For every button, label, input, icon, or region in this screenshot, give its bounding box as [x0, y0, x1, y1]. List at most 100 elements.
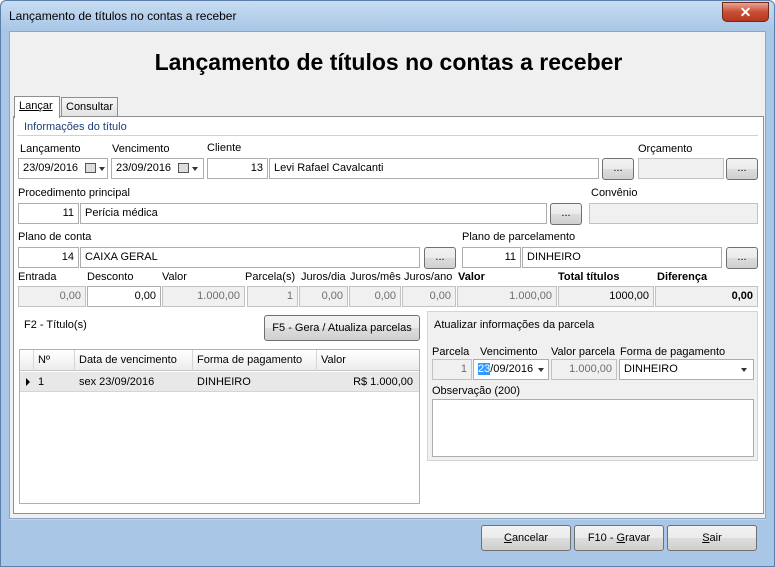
tab-consultar[interactable]: Consultar: [61, 97, 118, 117]
parcelas-label: Parcela(s): [245, 271, 296, 283]
valor-input: 1.000,00: [162, 286, 245, 307]
column-header-valor[interactable]: Valor: [317, 350, 419, 371]
chevron-down-icon: [741, 368, 747, 372]
diferenca-label: Diferença: [657, 271, 708, 283]
vencimento-date-picker[interactable]: 23/09/2016: [111, 158, 204, 179]
diferenca-input: 0,00: [655, 286, 758, 307]
plano-conta-lookup-button[interactable]: ...: [424, 247, 456, 269]
parcela-vencimento-picker[interactable]: 23/09/2016: [473, 359, 549, 380]
vencimento-label: Vencimento: [112, 143, 170, 155]
tab-consultar-label: Consultar: [66, 101, 114, 113]
forma-pagamento-label: Forma de pagamento: [620, 346, 726, 358]
cancel-label-hotkey: C: [503, 532, 512, 544]
plano-conta-name-input[interactable]: CAIXA GERAL: [80, 247, 420, 268]
row-indicator-icon: [26, 378, 30, 386]
tab-lancar[interactable]: Lançar: [14, 96, 60, 118]
exit-label-hotkey: S: [702, 532, 710, 544]
grid-indicator-column: [20, 350, 34, 371]
column-header-vencimento[interactable]: Data de vencimento: [75, 350, 193, 371]
cell-vencimento: sex 23/09/2016: [79, 376, 155, 388]
footer-divider: [9, 519, 766, 520]
tab-lancar-label: Lançar: [19, 100, 53, 112]
plano-parcelamento-name-input[interactable]: DINHEIRO: [522, 247, 722, 268]
juros-mes-input: 0,00: [349, 286, 401, 307]
save-label-pre: F10 -: [587, 532, 617, 544]
parcela-vencimento-label: Vencimento: [480, 346, 538, 358]
cancel-label-post: ancelar: [511, 532, 549, 544]
valor-label: Valor: [162, 271, 187, 283]
juros-dia-input: 0,00: [299, 286, 348, 307]
juros-dia-label: Juros/dia: [301, 271, 346, 283]
info-group-divider: [17, 135, 758, 136]
convenio-label: Convênio: [591, 187, 638, 199]
orcamento-label: Orçamento: [638, 143, 693, 155]
valor-parcela-input: 1.000,00: [551, 359, 617, 380]
window-title: Lançamento de títulos no contas a recebe…: [9, 9, 237, 23]
plano-conta-code-input[interactable]: 14: [18, 247, 79, 268]
cliente-code-input[interactable]: 13: [207, 158, 268, 179]
title-bar[interactable]: Lançamento de títulos no contas a recebe…: [1, 1, 774, 31]
titulos-caption: F2 - Título(s): [24, 319, 87, 331]
lancamento-date-value: 23/09/2016: [23, 162, 79, 174]
vencimento-date-value: 23/09/2016: [116, 162, 172, 174]
entrada-input: 0,00: [18, 286, 86, 307]
chevron-down-icon[interactable]: [538, 368, 544, 372]
plano-parcelamento-lookup-button[interactable]: ...: [726, 247, 758, 269]
table-row[interactable]: 1 sex 23/09/2016 DINHEIRO R$ 1.000,00: [20, 372, 419, 392]
convenio-input: [589, 203, 758, 224]
procedimento-name-input[interactable]: Perícia médica: [80, 203, 547, 224]
plano-conta-label: Plano de conta: [18, 231, 92, 243]
chevron-down-icon: [192, 167, 198, 171]
valor-total-label: Valor: [458, 271, 485, 283]
forma-pagamento-value: DINHEIRO: [624, 363, 678, 375]
plano-parcelamento-code-input[interactable]: 11: [462, 247, 521, 268]
orcamento-input: [638, 158, 724, 179]
orcamento-lookup-button[interactable]: ...: [726, 158, 758, 180]
page-title: Lançamento de títulos no contas a recebe…: [154, 49, 623, 75]
save-label-post: ravar: [625, 532, 651, 544]
lancamento-date-picker[interactable]: 23/09/2016: [18, 158, 108, 179]
column-header-forma[interactable]: Forma de pagamento: [193, 350, 317, 371]
parcela-panel-caption: Atualizar informações da parcela: [434, 319, 595, 331]
calendar-icon: [178, 163, 189, 173]
observacao-label: Observação (200): [432, 385, 521, 397]
column-header-numero[interactable]: Nº: [34, 350, 75, 371]
juros-mes-label: Juros/mês: [350, 271, 401, 283]
lancamento-label: Lançamento: [20, 143, 81, 155]
juros-ano-input: 0,00: [402, 286, 456, 307]
save-label-hotkey: G: [616, 532, 626, 544]
parcela-vencimento-rest: /09/2016: [490, 363, 534, 375]
cliente-name-input[interactable]: Levi Rafael Cavalcanti: [269, 158, 599, 179]
chevron-down-icon: [99, 167, 105, 171]
procedimento-code-input[interactable]: 11: [18, 203, 79, 224]
titulos-grid: Nº Data de vencimento Forma de pagamento…: [19, 349, 420, 504]
valor-total-input: 1.000,00: [457, 286, 557, 307]
valor-parcela-label: Valor parcela: [551, 346, 615, 358]
procedimento-label: Procedimento principal: [18, 187, 130, 199]
forma-pagamento-select[interactable]: DINHEIRO: [619, 359, 754, 380]
grid-header: Nº Data de vencimento Forma de pagamento…: [20, 350, 419, 371]
plano-parcelamento-label: Plano de parcelamento: [462, 231, 576, 243]
exit-label-post: air: [709, 532, 722, 544]
cliente-lookup-button[interactable]: ...: [602, 158, 634, 180]
juros-ano-label: Juros/ano: [404, 271, 453, 283]
procedimento-lookup-button[interactable]: ...: [550, 203, 582, 225]
close-button[interactable]: ✕: [722, 2, 769, 22]
generate-parcelas-button[interactable]: F5 - Gera / Atualiza parcelas: [264, 315, 420, 341]
calendar-icon: [85, 163, 96, 173]
cell-valor: R$ 1.000,00: [353, 376, 413, 388]
parcela-vencimento-day-selected: 23: [478, 363, 491, 375]
desconto-input[interactable]: 0,00: [87, 286, 161, 307]
save-button[interactable]: F10 - Gravar: [574, 525, 664, 551]
cell-forma: DINHEIRO: [197, 376, 251, 388]
total-titulos-label: Total títulos: [558, 271, 620, 283]
parcelas-input: 1: [247, 286, 298, 307]
exit-button[interactable]: Sair: [667, 525, 757, 551]
main-window: Lançamento de títulos no contas a recebe…: [0, 0, 775, 567]
info-group-caption: Informações do título: [24, 121, 127, 133]
cliente-label: Cliente: [207, 142, 242, 154]
parcela-label: Parcela: [432, 346, 470, 358]
cancel-button[interactable]: Cancelar: [481, 525, 571, 551]
desconto-label: Desconto: [87, 271, 134, 283]
observacao-textarea[interactable]: [432, 399, 754, 457]
